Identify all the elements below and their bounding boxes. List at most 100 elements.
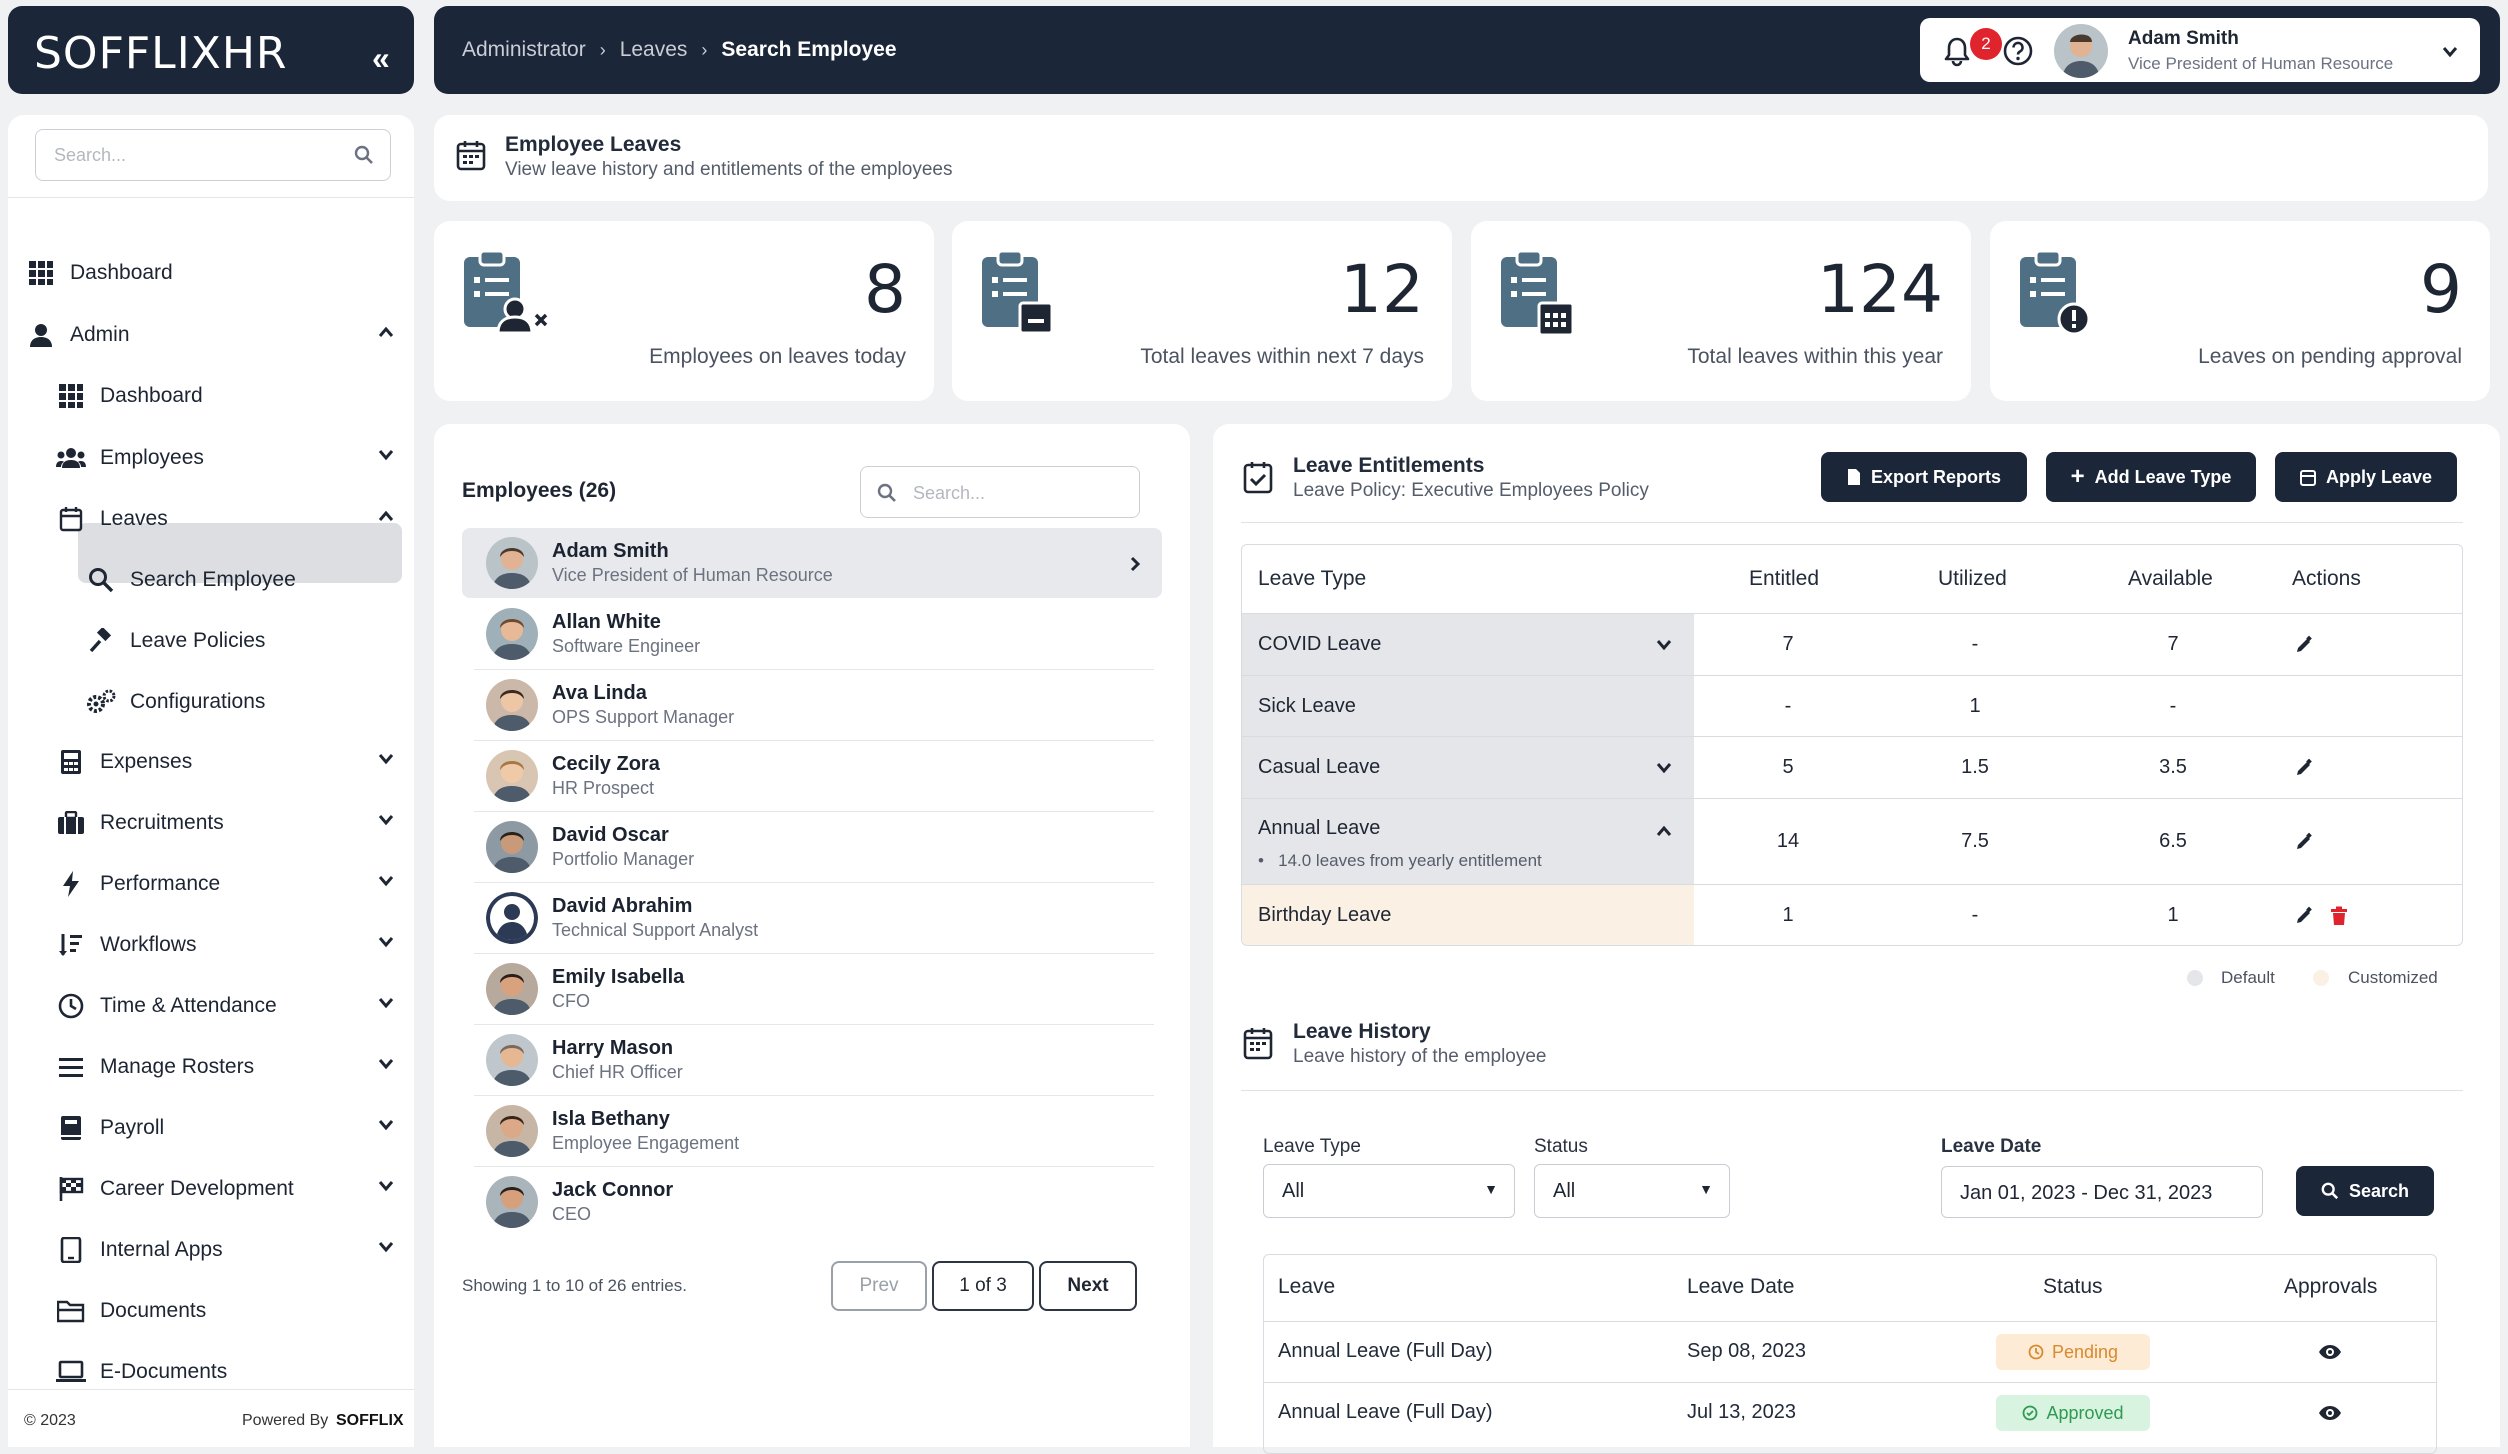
user-box: 2 Adam Smith Vice President of Human Res… (1920, 18, 2480, 82)
sidebar-item-workflows[interactable]: Workflows (8, 920, 414, 970)
sidebar-item-time-attendance[interactable]: Time & Attendance (8, 981, 414, 1031)
delete-icon[interactable] (2330, 906, 2348, 926)
sidebar-item-manage-rosters[interactable]: Manage Rosters (8, 1042, 414, 1092)
chevron-down-icon[interactable] (2442, 46, 2458, 58)
chevron-down-icon[interactable] (378, 814, 394, 826)
app-logo: SOFFLIXHR (34, 28, 288, 79)
status-select[interactable]: All ▼ (1534, 1164, 1730, 1218)
history-row: Annual Leave (Full Day) Sep 08, 2023 Pendi… (1264, 1321, 2436, 1382)
employee-row[interactable]: Jack Connor CEO (462, 1167, 1162, 1237)
sidebar-item-internal-apps[interactable]: Internal Apps (8, 1225, 414, 1275)
chevron-down-icon[interactable] (1656, 639, 1672, 651)
leave-note-text: 14.0 leaves from yearly entitlement (1278, 851, 1542, 870)
chevron-down-icon[interactable] (378, 1058, 394, 1070)
employee-role: CEO (552, 1204, 592, 1224)
search-icon (354, 145, 373, 164)
add-leave-type-button[interactable]: + Add Leave Type (2046, 452, 2256, 502)
chevron-up-icon[interactable] (378, 510, 394, 522)
employee-row[interactable]: David Abrahim Technical Support Analyst (462, 883, 1162, 953)
employee-role: Software Engineer (552, 636, 701, 656)
chevron-down-icon[interactable] (378, 449, 394, 461)
leave-type-cell: Sick Leave (1242, 676, 1694, 736)
stat-value: 9 (2420, 251, 2462, 328)
sidebar-item-leave-policies[interactable]: Leave Policies (8, 616, 414, 666)
employee-row[interactable]: Isla Bethany Employee Engagement (462, 1096, 1162, 1166)
employee-name: David Oscar (552, 824, 669, 846)
leave-type-cell[interactable]: Annual Leave • 14.0 leaves from yearly en… (1242, 799, 1694, 884)
export-reports-button[interactable]: Export Reports (1821, 452, 2027, 502)
sidebar-item-dashboard[interactable]: Dashboard (8, 371, 414, 421)
chevron-down-icon[interactable] (378, 936, 394, 948)
eye-icon[interactable] (2318, 1344, 2342, 1360)
sidebar-search-input[interactable]: Search... (35, 129, 391, 181)
eye-icon[interactable] (2318, 1405, 2342, 1421)
stat-card-pending-approval: 9 Leaves on pending approval (1990, 221, 2490, 401)
employees-title: Employees (26) (462, 479, 617, 502)
sidebar-item-documents[interactable]: Documents (8, 1286, 414, 1336)
chevron-down-icon[interactable] (378, 1119, 394, 1131)
avatar[interactable] (2054, 24, 2108, 78)
sidebar-item-label: Workflows (100, 933, 197, 956)
employee-search-input[interactable]: Search... (860, 466, 1140, 518)
sidebar-item-leaves[interactable]: Leaves (8, 494, 414, 544)
breadcrumb-item-leaves[interactable]: Leaves (620, 38, 688, 62)
chevron-down-icon[interactable] (378, 997, 394, 1009)
help-icon[interactable] (2002, 35, 2034, 67)
chevron-down-icon[interactable] (378, 753, 394, 765)
sidebar-item-career-development[interactable]: Career Development (8, 1164, 414, 1214)
edit-icon[interactable] (2294, 832, 2314, 852)
history-date: Sep 08, 2023 (1687, 1340, 1806, 1362)
chevron-up-icon[interactable] (378, 326, 394, 338)
employee-row[interactable]: Allan White Software Engineer (462, 599, 1162, 669)
employee-row[interactable]: David Oscar Portfolio Manager (462, 812, 1162, 882)
employee-row[interactable]: Harry Mason Chief HR Officer (462, 1025, 1162, 1095)
leave-date-range-input[interactable]: Jan 01, 2023 - Dec 31, 2023 (1941, 1166, 2263, 1218)
employee-row[interactable]: Cecily Zora HR Prospect (462, 741, 1162, 811)
employee-row[interactable]: Emily Isabella CFO (462, 954, 1162, 1024)
edit-icon[interactable] (2294, 758, 2314, 778)
leave-type-filter-label: Leave Type (1263, 1136, 1361, 1157)
employee-row[interactable]: Adam Smith Vice President of Human Resour… (462, 528, 1162, 598)
col-leave: Leave (1278, 1275, 1336, 1298)
sidebar-item-dashboard[interactable]: Dashboard (8, 248, 414, 298)
user-icon (24, 318, 58, 352)
stat-label: Employees on leaves today (649, 345, 906, 368)
history-search-button[interactable]: Search (2296, 1166, 2434, 1216)
entitled-value: 1 (1782, 904, 1794, 926)
sidebar-item-employees[interactable]: Employees (8, 433, 414, 483)
chevron-down-icon[interactable] (378, 875, 394, 887)
caret-down-icon: ▼ (1484, 1181, 1498, 1197)
chevron-up-icon[interactable] (1656, 825, 1672, 837)
chevron-down-icon[interactable] (1656, 762, 1672, 774)
briefcase-icon (54, 806, 88, 840)
breadcrumb-item-administrator[interactable]: Administrator (462, 38, 586, 62)
sidebar-item-performance[interactable]: Performance (8, 859, 414, 909)
edit-icon[interactable] (2294, 635, 2314, 655)
chevron-down-icon[interactable] (378, 1180, 394, 1192)
employee-name: Adam Smith (552, 540, 669, 562)
leave-type-cell[interactable]: Casual Leave (1242, 737, 1694, 798)
bell-icon[interactable] (1940, 34, 1974, 68)
chevron-down-icon[interactable] (378, 1241, 394, 1253)
sidebar-item-recruitments[interactable]: Recruitments (8, 798, 414, 848)
prev-page-button[interactable]: Prev (831, 1261, 927, 1311)
edit-icon[interactable] (2294, 906, 2314, 926)
col-available: Available (2128, 567, 2213, 590)
available-value: - (2169, 695, 2177, 717)
apply-leave-button[interactable]: Apply Leave (2275, 452, 2457, 502)
double-chevron-left-icon[interactable]: « (372, 40, 390, 77)
sidebar-item-admin[interactable]: Admin (8, 310, 414, 360)
employee-row[interactable]: Ava Linda OPS Support Manager (462, 670, 1162, 740)
leave-type-name: Casual Leave (1258, 756, 1381, 778)
sidebar-item-configurations[interactable]: Configurations (8, 677, 414, 727)
sidebar-item-payroll[interactable]: Payroll (8, 1103, 414, 1153)
sidebar-item-search-employee[interactable]: Search Employee (8, 555, 414, 605)
leave-type-select[interactable]: All ▼ (1263, 1164, 1515, 1218)
chevron-right-icon[interactable] (1130, 556, 1140, 572)
search-icon (2321, 1182, 2339, 1200)
entitled-value: 7 (1782, 633, 1794, 655)
history-date: Jul 13, 2023 (1687, 1401, 1796, 1423)
sidebar-item-expenses[interactable]: Expenses (8, 737, 414, 787)
next-page-button[interactable]: Next (1039, 1261, 1137, 1311)
leave-type-cell[interactable]: COVID Leave (1242, 614, 1694, 675)
